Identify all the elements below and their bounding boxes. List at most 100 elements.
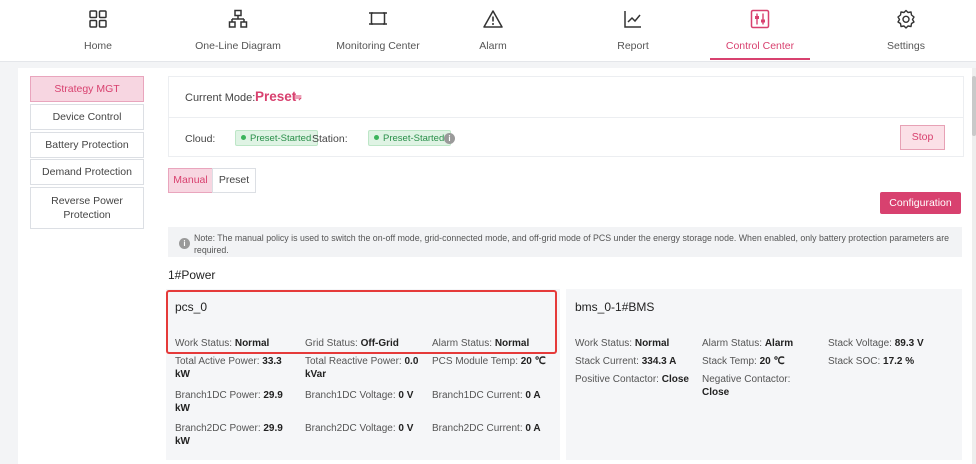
kv-label: Branch1DC Power:: [175, 390, 261, 401]
kv-label: Branch1DC Voltage:: [305, 390, 396, 401]
kv-value: Close: [702, 387, 730, 398]
pcs-branch2dc-power: Branch2DC Power: 29.9 kW: [175, 422, 297, 448]
switch-icon[interactable]: ⇋: [292, 90, 302, 104]
nav-label: Settings: [887, 40, 925, 52]
scrollbar-thumb[interactable]: [972, 76, 976, 136]
mode-card: Current Mode: Preset ⇋ Cloud: Preset-Sta…: [168, 76, 964, 157]
pcs-branch2dc-voltage: Branch2DC Voltage: 0 V: [305, 422, 413, 435]
nav-item-home[interactable]: Home: [38, 0, 158, 62]
kv-unit: kW: [175, 436, 190, 447]
kv-label: Total Reactive Power:: [305, 356, 402, 367]
status-dot: [241, 135, 246, 140]
kv-value: 0 V: [398, 390, 414, 401]
kv-value: 17.2 %: [883, 356, 915, 367]
kv-value: 334.3 A: [641, 356, 677, 367]
control-icon: [750, 9, 770, 29]
scrollbar[interactable]: [972, 68, 976, 464]
nav-item-one-line-diagram[interactable]: One-Line Diagram: [178, 0, 298, 62]
nav-label: Report: [617, 40, 649, 52]
kv-value: Alarm: [764, 338, 794, 349]
kv-value: 0.0: [404, 356, 419, 367]
info-icon[interactable]: i: [444, 133, 455, 144]
status-dot: [374, 135, 379, 140]
tab-preset[interactable]: Preset: [212, 168, 256, 193]
kv-label: Branch1DC Current:: [432, 390, 523, 401]
nav-item-monitoring-center[interactable]: Monitoring Center: [318, 0, 438, 62]
bms-stack-current: Stack Current: 334.3 A: [575, 355, 676, 368]
kv-value: 20 ℃: [759, 356, 785, 367]
configuration-button[interactable]: Configuration: [880, 192, 961, 214]
station-status-text: Preset-Started: [383, 133, 445, 144]
nav-label: Monitoring Center: [336, 40, 420, 52]
nav-item-settings[interactable]: Settings: [846, 0, 966, 62]
sidebar-item-device-control[interactable]: Device Control: [30, 104, 144, 130]
hierarchy-icon: [228, 9, 248, 28]
chart-icon: [624, 11, 641, 28]
section-title: 1#Power: [168, 268, 216, 282]
kv-label: Branch2DC Current:: [432, 423, 523, 434]
kv-value: 29.9: [263, 423, 283, 434]
active-tab-underline: [710, 58, 810, 60]
divider: [169, 117, 963, 118]
sidebar-item-reverse-power-protection[interactable]: Reverse Power Protection: [30, 187, 144, 229]
highlight-box: [166, 290, 557, 354]
bms-work-status: Work Status: Normal: [575, 337, 669, 350]
pcs-total-active-power: Total Active Power: 33.3 kW: [175, 355, 297, 381]
kv-label: Total Active Power:: [175, 356, 260, 367]
bms-stack-temp: Stack Temp: 20 ℃: [702, 355, 785, 368]
bms-card: bms_0-1#BMS Work Status: Normal Alarm St…: [566, 289, 962, 460]
kv-label: PCS Module Temp:: [432, 356, 518, 367]
nav-item-report[interactable]: Report: [573, 0, 693, 62]
stop-button[interactable]: Stop: [900, 125, 945, 150]
bms-title: bms_0-1#BMS: [575, 300, 655, 314]
tab-manual[interactable]: Manual: [168, 168, 213, 193]
kv-value: 20 ℃: [520, 356, 546, 367]
kv-value: 29.9: [263, 390, 283, 401]
kv-value: 0 A: [525, 390, 541, 401]
pcs-branch1dc-current: Branch1DC Current: 0 A: [432, 389, 541, 402]
nav-label: Home: [83, 40, 112, 52]
warning-icon: [483, 10, 503, 28]
pcs-module-temp: PCS Module Temp: 20 ℃: [432, 355, 546, 368]
top-nav: Home One-Line Diagram Monitoring Center …: [0, 0, 976, 62]
current-mode-label: Current Mode:: [185, 92, 256, 104]
kv-unit: kW: [175, 403, 190, 414]
kv-value: 33.3: [262, 356, 282, 367]
cloud-label: Cloud:: [185, 133, 216, 145]
kv-label: Work Status:: [575, 338, 633, 349]
bms-negative-contactor: Negative Contactor: Close: [702, 373, 820, 399]
sidebar-item-demand-protection[interactable]: Demand Protection: [30, 159, 144, 185]
bms-alarm-status: Alarm Status: Alarm: [702, 337, 793, 350]
pcs-branch2dc-current: Branch2DC Current: 0 A: [432, 422, 541, 435]
station-status-badge: Preset-Started: [368, 130, 452, 146]
kv-value: Normal: [634, 338, 670, 349]
nav-label: One-Line Diagram: [195, 40, 281, 52]
note-text: Note: The manual policy is used to switc…: [194, 233, 950, 255]
grid-icon: [89, 10, 107, 28]
kv-value: 0 A: [525, 423, 541, 434]
station-label: Station:: [312, 133, 348, 145]
kv-label: Stack Temp:: [702, 356, 757, 367]
bms-stack-soc: Stack SOC: 17.2 %: [828, 355, 914, 368]
bms-positive-contactor: Positive Contactor: Close: [575, 373, 689, 386]
nav-item-alarm[interactable]: Alarm: [433, 0, 553, 62]
info-icon: i: [179, 238, 190, 249]
kv-label: Branch2DC Voltage:: [305, 423, 396, 434]
pcs-branch1dc-power: Branch1DC Power: 29.9 kW: [175, 389, 297, 415]
kv-value: Close: [661, 374, 689, 385]
note-box: i Note: The manual policy is used to swi…: [168, 227, 962, 257]
kv-label: Branch2DC Power:: [175, 423, 261, 434]
monitor-icon: [369, 12, 387, 25]
kv-unit: kW: [175, 369, 190, 380]
bms-stack-voltage: Stack Voltage: 89.3 V: [828, 337, 924, 350]
kv-unit: kVar: [305, 369, 327, 380]
current-mode-value: Preset: [255, 89, 297, 104]
sidebar-item-strategy-mgt[interactable]: Strategy MGT: [30, 76, 144, 102]
nav-item-control-center[interactable]: Control Center: [700, 0, 820, 62]
nav-label: Alarm: [479, 40, 507, 52]
kv-label: Negative Contactor:: [702, 374, 791, 385]
pcs-branch1dc-voltage: Branch1DC Voltage: 0 V: [305, 389, 413, 402]
sidebar-item-battery-protection[interactable]: Battery Protection: [30, 132, 144, 158]
kv-label: Stack Voltage:: [828, 338, 892, 349]
pcs-total-reactive-power: Total Reactive Power: 0.0 kVar: [305, 355, 427, 381]
